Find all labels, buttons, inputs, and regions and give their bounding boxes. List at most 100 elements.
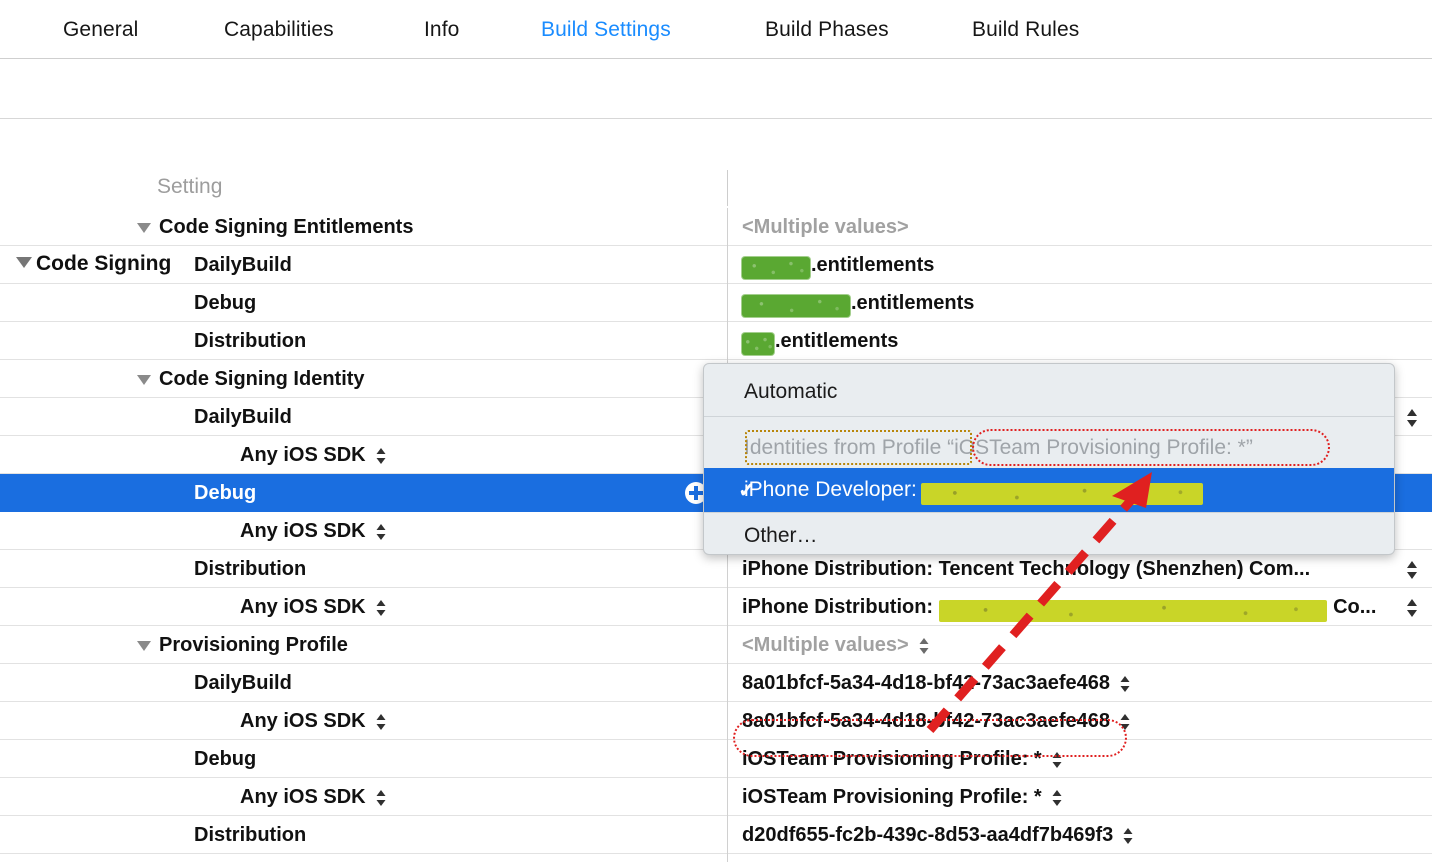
row-label[interactable]: Any iOS SDK [240,702,388,740]
table-row[interactable]: Distribution .entitlements [0,322,1432,360]
menu-item-other[interactable]: Other… [704,514,1395,555]
row-label-text: Any iOS SDK [240,596,366,619]
row-label[interactable]: Any iOS SDK [240,778,388,816]
row-label: DailyBuild [194,664,292,702]
table-row[interactable]: Distribution iPhone Distribution: Tencen… [0,550,1432,588]
stepper-icon[interactable] [917,635,931,657]
column-separator [727,208,728,246]
row-value-prefix: iPhone Distribution: [742,596,933,619]
table-row[interactable]: DailyBuild .entitlements [0,246,1432,284]
table-row[interactable]: Any iOS SDK iPhone Distribution: Co... [0,588,1432,626]
row-label-text: Code Signing Identity [159,368,365,391]
column-separator [727,626,728,664]
row-value-text: .entitlements [851,292,974,315]
row-value[interactable]: iPhone Distribution: Tencent Technology … [742,550,1310,588]
row-value[interactable]: d20df655-fc2b-439c-8d53-aa4df7b469f3 [742,816,1135,854]
row-label: Code Signing Entitlements [137,208,413,246]
row-label[interactable]: Any iOS SDK [240,436,388,474]
chevron-down-icon[interactable] [137,223,151,233]
stepper-icon[interactable] [374,711,388,733]
table-row[interactable]: Provisioning Profile <Multiple values> [0,626,1432,664]
tab-build-rules[interactable]: Build Rules [972,18,1079,42]
table-row[interactable]: Debug iOSTeam Provisioning Profile: * [0,740,1432,778]
row-value[interactable]: iPhone Distribution: Co... [742,588,1376,626]
column-separator [727,284,728,322]
build-settings-toolbar: Basic All Combined Levels + [0,59,1432,119]
row-value[interactable]: .entitlements [742,284,974,322]
row-value[interactable]: d20df655-fc2b-439c-8d53-aa4df7b469f3 [742,854,1135,862]
menu-item-identities-from-profile: Identities from Profile “iOSTeam Provisi… [704,426,1395,470]
row-value-text: 8a01bfcf-5a34-4d18-bf42-73ac3aefe468 [742,672,1110,695]
row-value[interactable]: .entitlements [742,322,898,360]
redaction-mark [921,483,1203,505]
stepper-icon[interactable] [1404,596,1420,620]
stepper-icon[interactable] [374,521,388,543]
row-label: Debug [194,284,256,322]
row-value[interactable]: iOSTeam Provisioning Profile: * [742,778,1064,816]
column-separator [727,550,728,588]
column-separator [727,702,728,740]
column-separator [727,588,728,626]
menu-divider [704,512,1395,513]
column-separator [727,778,728,816]
redaction-mark [742,333,774,355]
tab-general[interactable]: General [63,18,138,42]
menu-item-automatic[interactable]: Automatic [704,370,1395,414]
menu-divider [704,416,1395,417]
chevron-down-icon[interactable] [137,641,151,651]
row-value-text: iOSTeam Provisioning Profile: * [742,748,1042,771]
row-value-text: .entitlements [811,254,934,277]
stepper-icon[interactable] [1121,825,1135,847]
row-label-text: Any iOS SDK [240,444,366,467]
table-row[interactable]: DailyBuild 8a01bfcf-5a34-4d18-bf42-73ac3… [0,664,1432,702]
row-label: DailyBuild [194,398,292,436]
table-row[interactable]: Any iOS SDK d20df655-fc2b-439c-8d53-aa4d… [0,854,1432,862]
row-value: <Multiple values> [742,208,909,246]
row-value-text: 8a01bfcf-5a34-4d18-bf42-73ac3aefe468 [742,710,1110,733]
tab-info[interactable]: Info [424,18,459,42]
table-row[interactable]: Distribution d20df655-fc2b-439c-8d53-aa4… [0,816,1432,854]
code-signing-identity-dropdown[interactable]: Automatic Identities from Profile “iOSTe… [703,363,1395,555]
table-row[interactable]: Debug .entitlements [0,284,1432,322]
column-separator [727,740,728,778]
stepper-icon[interactable] [1118,711,1132,733]
row-label-text: Provisioning Profile [159,634,348,657]
column-separator [727,246,728,284]
table-row[interactable]: Code Signing Entitlements <Multiple valu… [0,208,1432,246]
stepper-icon[interactable] [1404,406,1420,430]
stepper-icon[interactable] [374,445,388,467]
row-label[interactable]: Any iOS SDK [240,512,388,550]
stepper-icon[interactable] [1050,787,1064,809]
row-value[interactable]: 8a01bfcf-5a34-4d18-bf42-73ac3aefe468 [742,664,1132,702]
row-value[interactable]: 8a01bfcf-5a34-4d18-bf42-73ac3aefe468 [742,702,1132,740]
row-label: Code Signing Identity [137,360,365,398]
row-label[interactable]: Any iOS SDK [240,854,388,862]
stepper-icon[interactable] [374,787,388,809]
table-row[interactable]: Any iOS SDK iOSTeam Provisioning Profile… [0,778,1432,816]
chevron-down-icon[interactable] [137,375,151,385]
row-value[interactable]: <Multiple values> [742,626,931,664]
tab-build-settings[interactable]: Build Settings [541,18,671,42]
menu-item-iphone-developer[interactable]: ✓ iPhone Developer: [704,468,1395,512]
column-separator [727,816,728,854]
row-label: Debug [194,740,256,778]
tab-build-phases[interactable]: Build Phases [765,18,889,42]
stepper-icon[interactable] [374,597,388,619]
row-label-text: Any iOS SDK [240,710,366,733]
row-value-text: d20df655-fc2b-439c-8d53-aa4df7b469f3 [742,824,1113,847]
row-label: Distribution [194,816,306,854]
tab-capabilities[interactable]: Capabilities [224,18,334,42]
redaction-mark [742,257,810,279]
row-label[interactable]: Any iOS SDK [240,588,388,626]
row-label-text: Code Signing Entitlements [159,216,413,239]
stepper-icon[interactable] [1050,749,1064,771]
row-value[interactable]: iOSTeam Provisioning Profile: * [742,740,1064,778]
table-row[interactable]: Any iOS SDK 8a01bfcf-5a34-4d18-bf42-73ac… [0,702,1432,740]
stepper-icon[interactable] [1404,558,1420,582]
row-value[interactable]: .entitlements [742,246,934,284]
row-value-text: iOSTeam Provisioning Profile: * [742,786,1042,809]
row-label: Provisioning Profile [137,626,348,664]
stepper-icon[interactable] [1118,673,1132,695]
section-header-code-signing[interactable]: Code Signing [0,119,1432,172]
row-label: DailyBuild [194,246,292,284]
